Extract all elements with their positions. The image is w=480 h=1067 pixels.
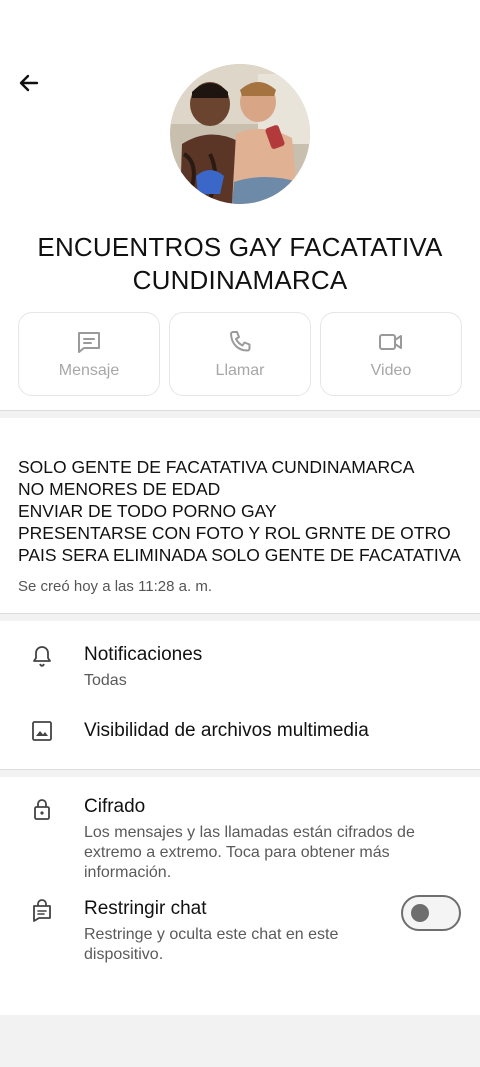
settings-group-2: Cifrado Los mensajes y las llamadas está… — [0, 777, 480, 1015]
group-header: ENCUENTROS GAY FACATATIVA CUNDINAMARCA M… — [0, 0, 480, 410]
message-button-label: Mensaje — [58, 362, 120, 379]
description-line: PRESENTARSE CON FOTO Y ROL GRNTE DE OTRO — [18, 523, 451, 543]
back-button[interactable] — [14, 68, 44, 98]
notifications-title: Notificaciones — [84, 644, 203, 665]
restrict-chat-toggle[interactable] — [401, 895, 461, 931]
chat-lock-icon — [0, 897, 84, 923]
group-description[interactable]: SOLO GENTE DE FACATATIVA CUNDINAMARCA NO… — [0, 418, 480, 613]
created-timestamp: Se creó hoy a las 11:28 a. m. — [18, 578, 212, 595]
encryption-title: Cifrado — [84, 796, 146, 817]
video-icon — [377, 328, 405, 356]
restrict-chat-subtitle: Restringe y oculta este chat en este dis… — [84, 926, 339, 963]
description-line: ENVIAR DE TODO PORNO GAY — [18, 501, 277, 521]
divider — [0, 410, 480, 418]
image-icon — [0, 719, 84, 742]
phone-icon — [226, 328, 254, 356]
group-name-line2: CUNDINAMARCA — [132, 265, 348, 295]
bell-icon — [0, 643, 84, 667]
arrow-left-icon — [19, 74, 39, 92]
description-line: NO MENORES DE EDAD — [18, 479, 221, 499]
divider — [0, 613, 480, 621]
description-line: PAIS SERA ELIMINADA SOLO GENTE DE FACATA… — [18, 545, 461, 565]
notifications-value: Todas — [84, 672, 127, 689]
restrict-chat-row[interactable]: Restringir chat Restringe y oculta este … — [0, 895, 480, 1005]
encryption-subtitle: Los mensajes y las llamadas están cifrad… — [84, 824, 415, 881]
group-avatar[interactable] — [170, 64, 310, 204]
notifications-row[interactable]: Notificaciones Todas — [0, 621, 480, 699]
divider — [0, 769, 480, 777]
message-icon — [75, 328, 103, 356]
video-button-label: Video — [370, 362, 412, 379]
avatar-photo — [170, 64, 310, 204]
call-button-label: Llamar — [215, 362, 265, 379]
action-buttons: Mensaje Llamar Video — [18, 312, 462, 396]
message-button[interactable]: Mensaje — [18, 312, 160, 396]
lock-icon — [0, 795, 84, 821]
media-visibility-title: Visibilidad de archivos multimedia — [84, 720, 369, 741]
settings-group-1: Notificaciones Todas Visibilidad de arch… — [0, 621, 480, 769]
video-button[interactable]: Video — [320, 312, 462, 396]
group-name: ENCUENTROS GAY FACATATIVA CUNDINAMARCA — [20, 231, 460, 297]
media-visibility-row[interactable]: Visibilidad de archivos multimedia — [0, 699, 480, 769]
group-info-screen: ENCUENTROS GAY FACATATIVA CUNDINAMARCA M… — [0, 0, 480, 1067]
call-button[interactable]: Llamar — [169, 312, 311, 396]
description-line: SOLO GENTE DE FACATATIVA CUNDINAMARCA — [18, 457, 415, 477]
restrict-chat-title: Restringir chat — [84, 898, 207, 919]
encryption-row[interactable]: Cifrado Los mensajes y las llamadas está… — [0, 777, 480, 895]
group-name-line1: ENCUENTROS GAY FACATATIVA — [37, 232, 443, 262]
toggle-knob — [411, 904, 429, 922]
